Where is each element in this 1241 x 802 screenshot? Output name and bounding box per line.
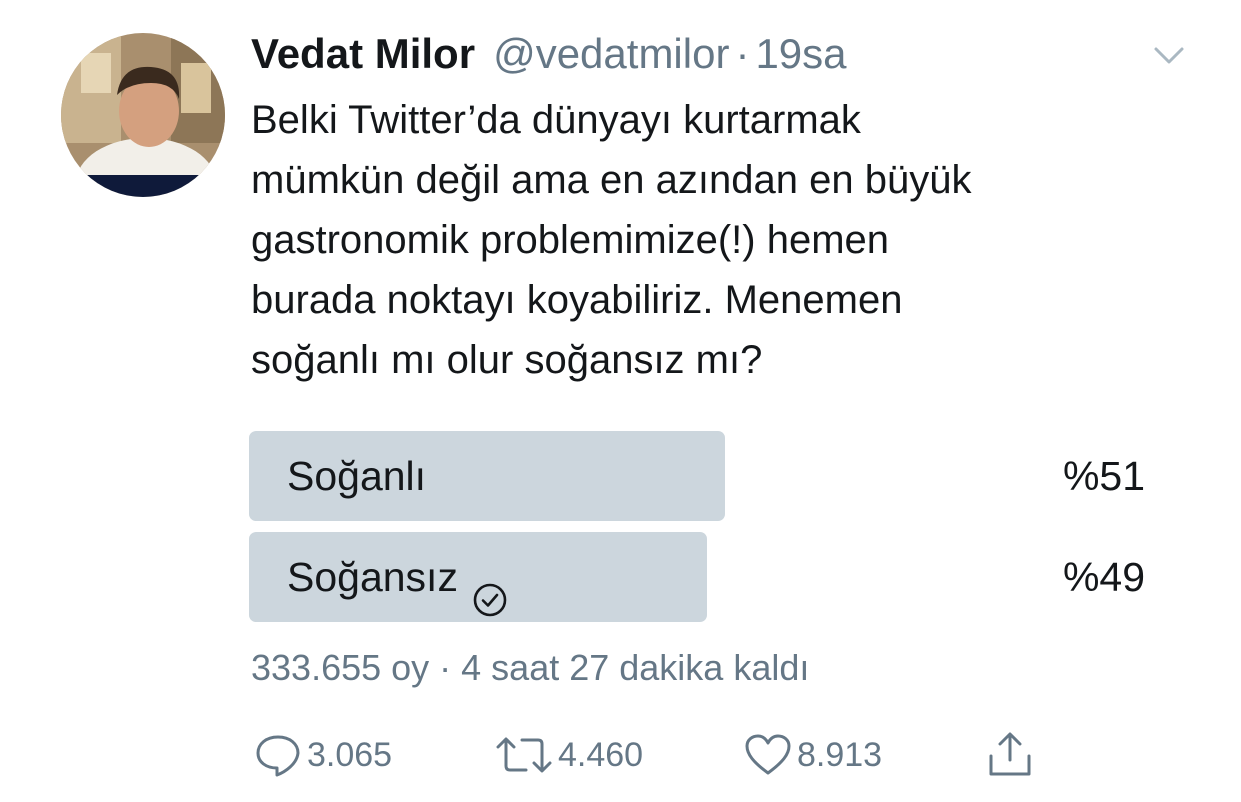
share-icon [985,730,1035,780]
tweet-actions: 3.065 4.460 8.913 [0,728,1241,782]
avatar[interactable] [61,33,225,197]
avatar-photo [61,33,225,197]
reply-count: 3.065 [307,735,393,774]
poll-option-text: Soğansız [287,554,458,600]
retweet-icon [494,732,554,778]
tweet-header: Vedat Milor @vedatmilor · 19sa [251,28,847,80]
chevron-down-icon[interactable] [1150,40,1188,70]
share-button[interactable] [985,728,1035,782]
retweet-count: 4.460 [558,735,644,774]
poll-option-sogansiz[interactable]: Soğansız %49 [249,532,1149,622]
retweet-button[interactable]: 4.460 [494,728,643,782]
like-button[interactable]: 8.913 [743,728,882,782]
poll-option-sogan[interactable]: Soğanlı %51 [249,431,1149,521]
user-handle[interactable]: @vedatmilor [493,28,729,80]
like-count: 8.913 [797,735,883,774]
poll-meta: 333.655 oy · 4 saat 27 dakika kaldı [251,647,810,688]
reply-button[interactable]: 3.065 [253,728,392,782]
timestamp[interactable]: 19sa [755,28,846,80]
tweet-text: Belki Twitter’da dünyayı kurtarmak mümkü… [251,98,972,382]
poll-option-text: Soğanlı [287,453,427,499]
separator-dot: · [735,30,750,77]
poll-option-label: Soğansız [287,532,508,622]
check-circle-icon [472,559,508,617]
reply-icon [253,732,303,778]
poll-percentage: %49 [1062,554,1145,600]
display-name[interactable]: Vedat Milor [251,28,475,80]
heart-icon [743,732,793,778]
poll-option-label: Soğanlı [287,431,426,521]
poll-percentage: %51 [1062,453,1145,499]
